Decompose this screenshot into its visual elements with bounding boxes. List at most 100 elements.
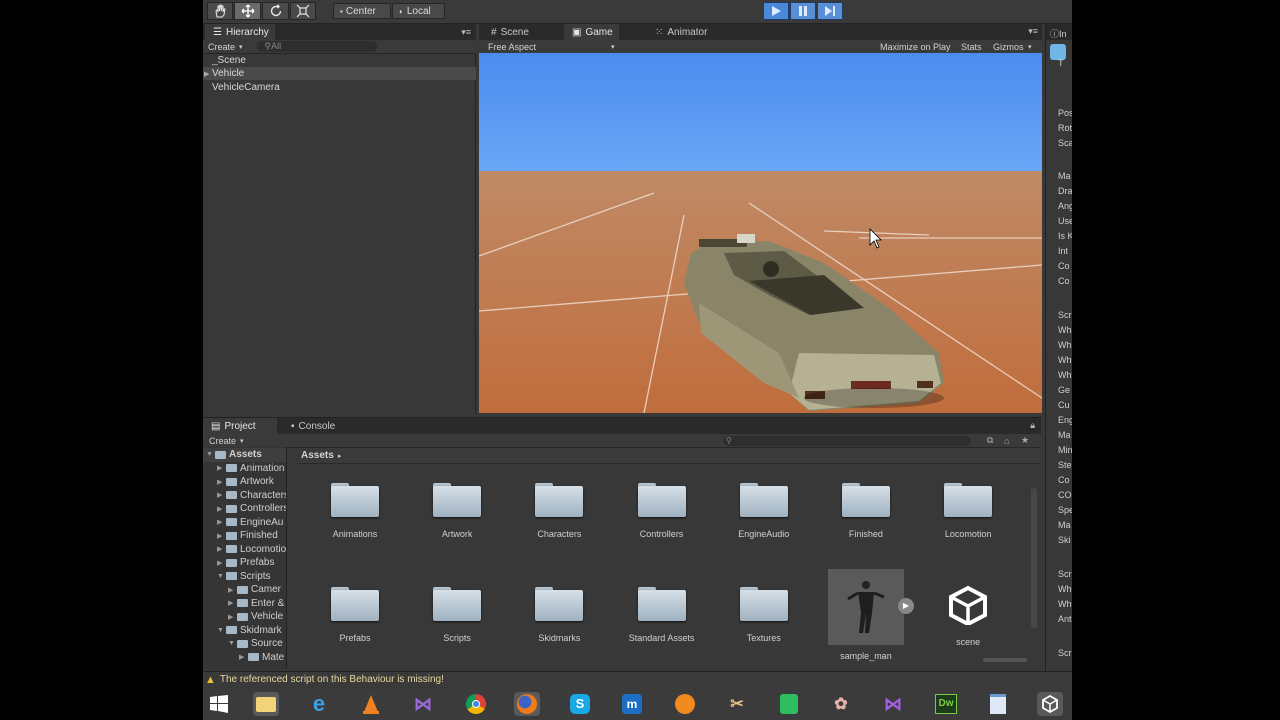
- tree-item[interactable]: ▶ Enter &: [203, 597, 286, 611]
- asset-item[interactable]: Textures: [722, 585, 806, 661]
- asset-item[interactable]: Controllers: [620, 481, 704, 539]
- pause-button[interactable]: [790, 2, 816, 20]
- gizmos-dropdown[interactable]: Gizmos: [993, 42, 1024, 52]
- tree-item[interactable]: ▼ Skidmark: [203, 624, 286, 638]
- chrome-icon[interactable]: [463, 692, 489, 716]
- hand-tool-button[interactable]: [207, 2, 233, 20]
- stats-toggle[interactable]: Stats: [961, 42, 982, 52]
- tab-inspector[interactable]: ⓘIn: [1050, 27, 1067, 40]
- tool-app-icon[interactable]: ✂: [724, 692, 750, 716]
- chevron-right-icon[interactable]: ▶: [228, 599, 237, 607]
- rotate-tool-button[interactable]: [262, 2, 289, 20]
- pivot-center-button[interactable]: ▪ Center: [333, 3, 391, 19]
- chevron-right-icon[interactable]: ▶: [217, 532, 226, 540]
- maxthon-icon[interactable]: m: [619, 692, 645, 716]
- notepad-icon[interactable]: [985, 692, 1011, 716]
- breadcrumb-assets[interactable]: Assets: [301, 450, 334, 461]
- chevron-down-icon[interactable]: ▼: [206, 451, 215, 458]
- project-create-button[interactable]: Create: [209, 436, 236, 446]
- chevron-right-icon[interactable]: ▶: [217, 559, 226, 567]
- tree-item[interactable]: ▶ Locomotio: [203, 543, 286, 557]
- panel-menu-icon[interactable]: ▾≡: [1028, 26, 1038, 37]
- chevron-right-icon[interactable]: ▶: [228, 586, 237, 594]
- tree-item[interactable]: ▶ Camer: [203, 583, 286, 597]
- firefox-icon[interactable]: [514, 692, 540, 716]
- tree-item[interactable]: ▶ Characters: [203, 489, 286, 503]
- asset-scrollbar[interactable]: [1031, 488, 1037, 628]
- asset-item[interactable]: Animations: [313, 481, 397, 539]
- tab-animator[interactable]: ⁙ Animator: [647, 24, 717, 40]
- game-viewport[interactable]: [479, 53, 1042, 413]
- asset-item[interactable]: Scripts: [415, 585, 499, 661]
- asset-item[interactable]: Locomotion: [926, 481, 1010, 539]
- status-bar[interactable]: ▲ The referenced script on this Behaviou…: [203, 671, 1072, 687]
- skype-icon[interactable]: S: [567, 692, 593, 716]
- file-explorer-icon[interactable]: [253, 692, 279, 716]
- expand-arrow-icon[interactable]: ▶: [204, 70, 209, 78]
- tab-game[interactable]: ▣ Game: [564, 24, 619, 40]
- play-button[interactable]: [763, 2, 789, 20]
- evernote-icon[interactable]: [776, 692, 802, 716]
- hierarchy-item-scene[interactable]: _Scene: [203, 54, 476, 67]
- tree-item[interactable]: ▼ Scripts: [203, 570, 286, 584]
- windows-start-icon[interactable]: [206, 692, 232, 716]
- filter-label-icon[interactable]: ⌂: [1004, 436, 1009, 446]
- step-button[interactable]: [817, 2, 843, 20]
- tree-item[interactable]: ▶ Finished: [203, 529, 286, 543]
- tree-item[interactable]: ▶ Prefabs: [203, 556, 286, 570]
- chevron-right-icon[interactable]: ▶: [228, 613, 237, 621]
- chevron-right-icon[interactable]: ▶: [239, 653, 248, 661]
- tree-item[interactable]: ▼ Assets: [203, 448, 286, 462]
- asset-item[interactable]: Standard Assets: [620, 585, 704, 661]
- visual-studio-2-icon[interactable]: ⋈: [880, 692, 906, 716]
- tree-item[interactable]: ▶ Vehicle: [203, 610, 286, 624]
- lock-icon[interactable]: 🔒︎: [1030, 420, 1035, 431]
- favorite-star-icon[interactable]: ★: [1021, 435, 1029, 446]
- chevron-down-icon[interactable]: ▼: [217, 627, 226, 634]
- asset-item[interactable]: EngineAudio: [722, 481, 806, 539]
- chevron-right-icon[interactable]: ▶: [217, 518, 226, 526]
- asset-item[interactable]: Skidmarks: [517, 585, 601, 661]
- asset-item[interactable]: Artwork: [415, 481, 499, 539]
- asset-item[interactable]: Finished: [824, 481, 908, 539]
- tree-item[interactable]: ▶ Controllers: [203, 502, 286, 516]
- paint-app-icon[interactable]: ✿: [828, 692, 854, 716]
- hierarchy-search-input[interactable]: ⚲All: [256, 41, 377, 52]
- chevron-right-icon[interactable]: ▶: [217, 545, 226, 553]
- internet-explorer-icon[interactable]: e: [306, 691, 332, 716]
- tab-scene[interactable]: # Scene: [483, 24, 535, 40]
- chevron-right-icon[interactable]: ▶: [217, 505, 226, 513]
- panel-menu-icon[interactable]: ▾≡: [461, 27, 471, 38]
- maximize-on-play-toggle[interactable]: Maximize on Play: [880, 42, 951, 52]
- scale-tool-button[interactable]: [290, 2, 316, 20]
- asset-item[interactable]: scene: [926, 585, 1010, 661]
- orange-app-icon[interactable]: [672, 692, 698, 716]
- filter-type-icon[interactable]: ⧉: [987, 435, 993, 446]
- tab-hierarchy[interactable]: ☰ Hierarchy: [205, 24, 275, 40]
- tree-item[interactable]: ▼ Source: [203, 637, 286, 651]
- chevron-down-icon[interactable]: ▼: [217, 573, 226, 580]
- aspect-dropdown[interactable]: Free Aspect: [488, 42, 536, 52]
- asset-item[interactable]: Characters: [517, 481, 601, 539]
- tab-console[interactable]: ▪ Console: [283, 418, 343, 434]
- chevron-right-icon[interactable]: ▶: [217, 491, 226, 499]
- chevron-right-icon[interactable]: ▶: [217, 464, 226, 472]
- chevron-right-icon[interactable]: ▶: [217, 478, 226, 486]
- tree-item[interactable]: ▶ Mate: [203, 651, 286, 665]
- hierarchy-item-vehiclecamera[interactable]: VehicleCamera: [203, 81, 476, 94]
- asset-item[interactable]: ▶ sample_man: [824, 569, 914, 661]
- dreamweaver-icon[interactable]: Dw: [933, 692, 959, 716]
- vlc-icon[interactable]: [358, 692, 384, 716]
- tree-item[interactable]: ▶ EngineAu: [203, 516, 286, 530]
- visual-studio-icon[interactable]: ⋈: [410, 692, 436, 716]
- project-search-input[interactable]: ⚲: [723, 435, 971, 446]
- move-tool-button[interactable]: [234, 2, 261, 20]
- hierarchy-item-vehicle[interactable]: ▶ Vehicle: [203, 67, 476, 80]
- tree-item[interactable]: ▶ Animation: [203, 462, 286, 476]
- unity-icon[interactable]: [1037, 692, 1063, 716]
- pivot-local-button[interactable]: ◐ Local: [392, 3, 445, 19]
- asset-item[interactable]: Prefabs: [313, 585, 397, 661]
- hierarchy-create-button[interactable]: Create: [208, 42, 235, 52]
- chevron-down-icon[interactable]: ▼: [228, 640, 237, 647]
- tab-project[interactable]: ▤ Project: [203, 418, 277, 434]
